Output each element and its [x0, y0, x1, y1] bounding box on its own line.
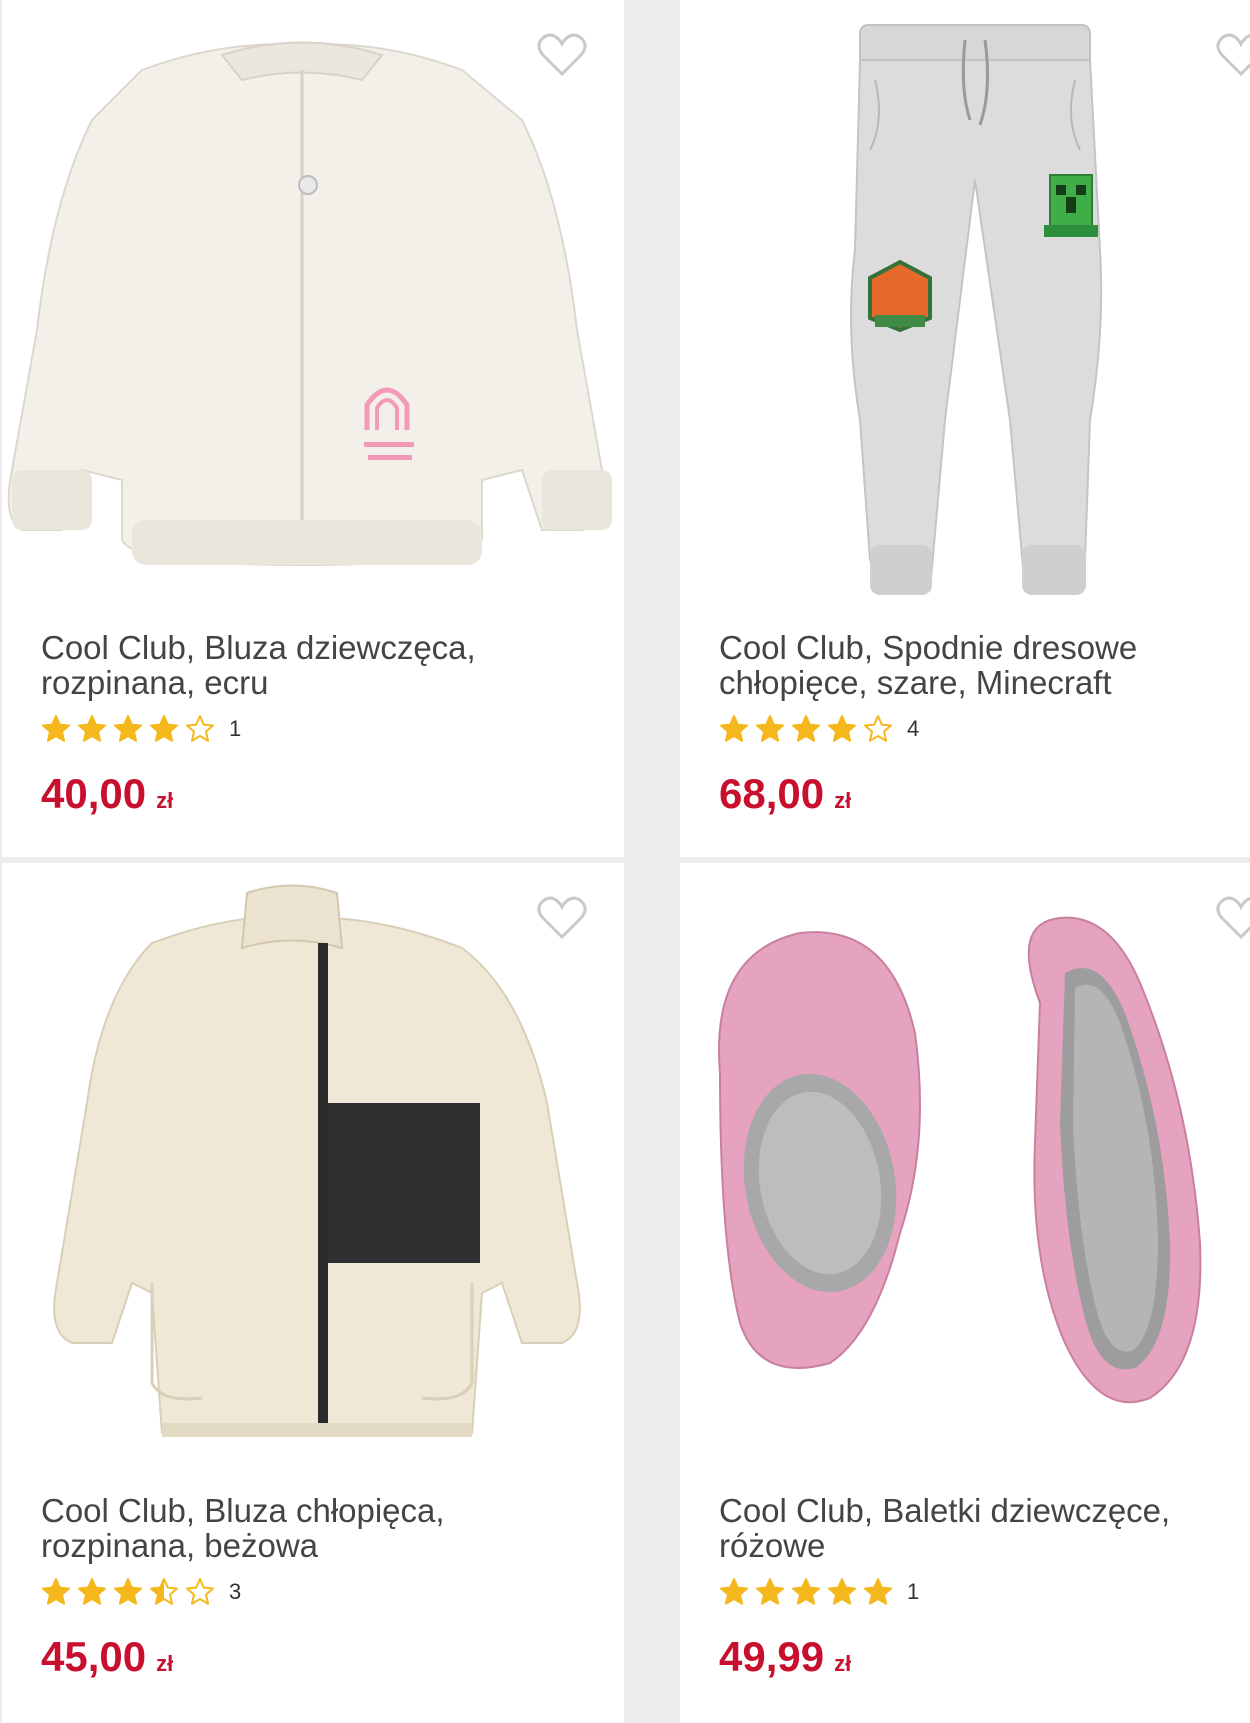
star-filled-icon	[720, 715, 748, 742]
product-rating: 3	[41, 1575, 241, 1609]
product-title[interactable]: Cool Club, Baletki dziewczęce, różowe	[719, 1493, 1239, 1563]
product-rating: 1	[41, 712, 241, 746]
product-rating: 1	[719, 1575, 919, 1609]
product-title-line1: Cool Club, Baletki dziewczęce,	[719, 1492, 1171, 1529]
rating-count: 4	[907, 716, 920, 741]
product-title-line1: Cool Club, Spodnie dresowe	[719, 629, 1138, 666]
price-currency: zł	[156, 788, 174, 813]
star-filled-icon	[42, 1578, 70, 1605]
product-title-line1: Cool Club, Bluza dziewczęca,	[41, 629, 476, 666]
product-grid: Cool Club, Bluza dziewczęca, rozpinana, …	[0, 0, 1250, 1723]
heart-icon[interactable]	[536, 30, 588, 78]
star-filled-icon	[756, 1578, 784, 1605]
star-filled-icon	[828, 1578, 856, 1605]
price-currency: zł	[834, 788, 852, 813]
price-value: 49,99	[719, 1633, 825, 1680]
product-card[interactable]: Cool Club, Baletki dziewczęce, różowe 1 …	[680, 863, 1250, 1723]
product-title-line1: Cool Club, Bluza chłopięca,	[41, 1492, 445, 1529]
price-value: 68,00	[719, 770, 825, 817]
beige-fleece-jacket-image	[53, 884, 581, 1437]
product-price: 49,99 zł	[719, 1633, 851, 1681]
product-price: 68,00 zł	[719, 770, 851, 818]
star-filled-icon	[756, 715, 784, 742]
product-card[interactable]: Cool Club, Bluza dziewczęca, rozpinana, …	[2, 0, 624, 857]
star-empty-icon	[864, 715, 892, 742]
heart-icon[interactable]	[1215, 30, 1250, 78]
pink-ballet-shoes-image	[718, 916, 1202, 1404]
product-title-line2: rozpinana, beżowa	[41, 1527, 319, 1564]
price-value: 45,00	[41, 1633, 147, 1680]
star-empty-icon	[186, 1578, 214, 1605]
product-rating: 4	[719, 712, 919, 746]
star-filled-icon	[78, 715, 106, 742]
product-card[interactable]: Cool Club, Bluza chłopięca, rozpinana, b…	[2, 863, 624, 1723]
heart-icon[interactable]	[1215, 893, 1250, 941]
product-title-line2: chłopięce, szare, Minecraft	[719, 664, 1112, 701]
star-filled-icon	[150, 715, 178, 742]
rating-count: 3	[229, 1579, 242, 1604]
product-price: 45,00 zł	[41, 1633, 173, 1681]
product-image[interactable]	[2, 0, 624, 610]
star-empty-icon	[186, 715, 214, 742]
star-filled-icon	[864, 1578, 892, 1605]
star-filled-icon	[792, 715, 820, 742]
star-filled-icon	[720, 1578, 748, 1605]
product-image[interactable]	[680, 0, 1250, 610]
star-filled-icon	[792, 1578, 820, 1605]
star-filled-icon	[42, 715, 70, 742]
product-title[interactable]: Cool Club, Spodnie dresowe chłopięce, sz…	[719, 630, 1239, 700]
product-image[interactable]	[2, 863, 624, 1473]
price-currency: zł	[834, 1651, 852, 1676]
product-image[interactable]	[680, 863, 1250, 1473]
product-card[interactable]: Cool Club, Spodnie dresowe chłopięce, sz…	[680, 0, 1250, 857]
product-title[interactable]: Cool Club, Bluza chłopięca, rozpinana, b…	[41, 1493, 561, 1563]
product-price: 40,00 zł	[41, 770, 173, 818]
price-value: 40,00	[41, 770, 147, 817]
price-currency: zł	[156, 1651, 174, 1676]
product-title-line2: różowe	[719, 1527, 826, 1564]
heart-icon[interactable]	[536, 893, 588, 941]
star-filled-icon	[828, 715, 856, 742]
product-title-line2: rozpinana, ecru	[41, 664, 269, 701]
rating-count: 1	[229, 716, 242, 741]
star-half-icon	[150, 1578, 178, 1605]
rating-count: 1	[907, 1579, 920, 1604]
star-filled-icon	[114, 715, 142, 742]
product-title[interactable]: Cool Club, Bluza dziewczęca, rozpinana, …	[41, 630, 561, 700]
grey-jogger-pants-image	[850, 24, 1103, 595]
star-filled-icon	[114, 1578, 142, 1605]
white-zip-sweatshirt-image	[7, 41, 612, 567]
star-filled-icon	[78, 1578, 106, 1605]
